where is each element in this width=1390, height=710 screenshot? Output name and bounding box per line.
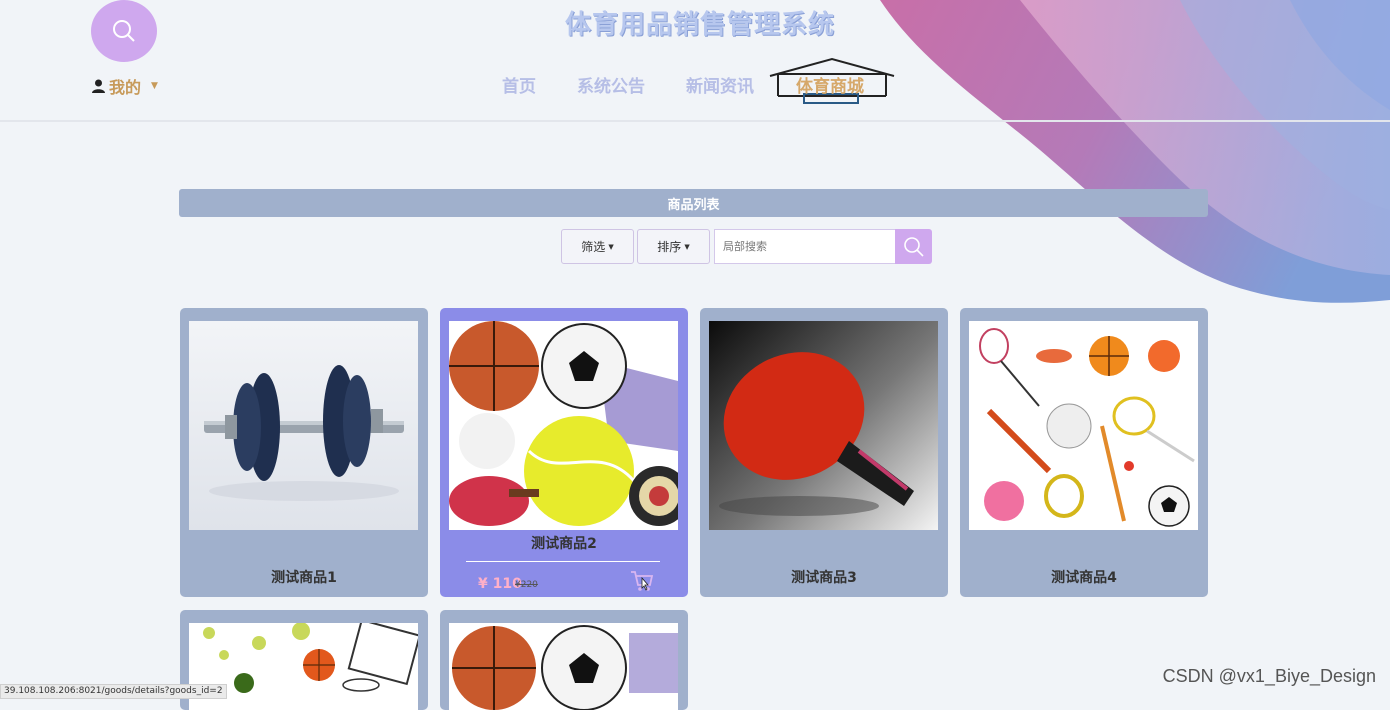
product-image-paddle bbox=[709, 321, 938, 530]
nav-home[interactable]: 首页 bbox=[502, 72, 536, 97]
product-card[interactable]: 测试商品4 bbox=[960, 308, 1208, 597]
product-image-sports-set bbox=[969, 321, 1198, 530]
header-divider bbox=[0, 120, 1390, 122]
site-header: 我的 ▼ 体育用品销售管理系统 首页 系统公告 新闻资讯 体育商城 bbox=[0, 0, 1390, 120]
my-account-menu[interactable]: 我的 ▼ bbox=[92, 74, 158, 98]
cart-icon bbox=[631, 571, 654, 591]
filter-label: 筛选 bbox=[581, 240, 606, 254]
product-name: 测试商品4 bbox=[1051, 570, 1117, 586]
search-icon bbox=[113, 20, 135, 42]
product-list-title: 商品列表 bbox=[179, 189, 1208, 217]
caret-down-icon: ▼ bbox=[684, 242, 690, 251]
sort-label: 排序 bbox=[657, 240, 682, 254]
product-original-price: ¥220 bbox=[515, 580, 538, 590]
product-card[interactable] bbox=[440, 610, 688, 710]
nav-announcements[interactable]: 系统公告 bbox=[577, 72, 645, 97]
product-card[interactable]: 测试商品3 bbox=[700, 308, 948, 597]
user-icon bbox=[92, 79, 105, 93]
product-name: 测试商品3 bbox=[791, 570, 857, 586]
search-icon bbox=[903, 236, 924, 257]
nav-news[interactable]: 新闻资讯 bbox=[686, 72, 754, 97]
my-account-label: 我的 bbox=[109, 78, 142, 97]
nav-sports-mall[interactable]: 体育商城 bbox=[796, 72, 864, 97]
sort-dropdown[interactable]: 排序 ▼ bbox=[637, 229, 710, 264]
product-card-hovered[interactable]: 测试商品2 ¥ 110 ¥220 bbox=[440, 308, 688, 597]
site-title: 体育用品销售管理系统 bbox=[565, 10, 836, 40]
watermark: CSDN @vx1_Biye_Design bbox=[1162, 666, 1376, 686]
card-divider bbox=[466, 561, 660, 562]
header-search-button[interactable] bbox=[91, 0, 157, 62]
product-image-balls bbox=[449, 321, 678, 530]
product-name: 测试商品2 bbox=[531, 536, 597, 552]
product-name: 测试商品1 bbox=[271, 570, 337, 586]
filter-dropdown[interactable]: 筛选 ▼ bbox=[561, 229, 634, 264]
add-to-cart-button[interactable] bbox=[630, 570, 654, 596]
product-image-dumbbell bbox=[189, 321, 418, 530]
local-search-button[interactable] bbox=[895, 229, 932, 264]
caret-down-icon: ▼ bbox=[151, 81, 158, 91]
product-card[interactable]: 测试商品1 bbox=[180, 308, 428, 597]
caret-down-icon: ▼ bbox=[608, 242, 614, 251]
local-search-input[interactable] bbox=[714, 229, 895, 264]
